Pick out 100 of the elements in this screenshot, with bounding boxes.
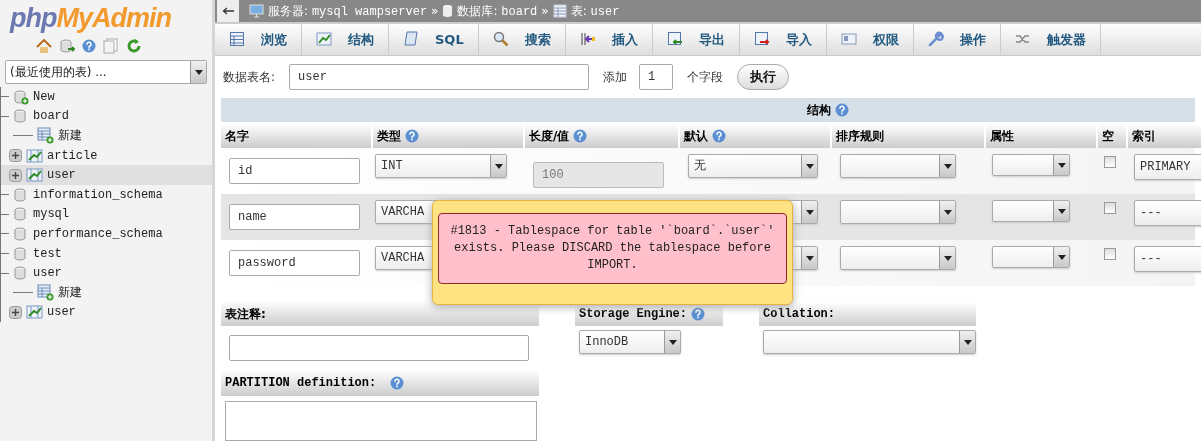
help-icon[interactable]	[691, 307, 706, 321]
column-header: 默认	[680, 124, 830, 148]
tree-item[interactable]: user	[1, 263, 212, 283]
tab[interactable]: 插入	[565, 24, 653, 55]
tab[interactable]: 搜索	[478, 24, 566, 55]
column-name-field[interactable]: id	[229, 158, 360, 184]
tree-item[interactable]: information_schema	[1, 184, 212, 205]
attribute-select[interactable]	[992, 200, 1070, 222]
collation-select[interactable]	[840, 200, 956, 224]
expand-icon[interactable]	[9, 168, 22, 182]
breadcrumb-link[interactable]: 数据库: board	[457, 1, 538, 21]
null-checkbox[interactable]	[1104, 156, 1116, 168]
help-icon[interactable]	[405, 129, 419, 143]
tree-label: test	[33, 245, 62, 263]
database-icon[interactable]	[59, 38, 75, 54]
null-checkbox[interactable]	[1104, 248, 1116, 260]
import-icon	[753, 31, 770, 48]
caret-icon	[490, 155, 506, 177]
index-select[interactable]: ---	[1134, 200, 1201, 226]
breadcrumb-link[interactable]: 表: user	[570, 1, 620, 21]
tree-label: article	[47, 147, 98, 165]
column-header: 长度/值	[525, 124, 678, 148]
expand-icon[interactable]	[9, 305, 22, 319]
comment-label: 表注释:	[221, 301, 539, 326]
help-icon[interactable]	[390, 376, 405, 390]
tree-item[interactable]: New	[1, 87, 212, 107]
tree-label: New	[33, 88, 55, 106]
back-arrow-icon	[222, 7, 234, 15]
expand-icon[interactable]	[9, 149, 22, 163]
scroll-icon	[403, 31, 419, 48]
tree-item[interactable]: 新建	[1, 126, 212, 146]
tab[interactable]: 浏览	[215, 24, 302, 55]
attribute-select[interactable]	[992, 246, 1070, 268]
index-select[interactable]: ---	[1134, 246, 1201, 272]
type-select[interactable]: INT	[375, 154, 507, 178]
reload-icon[interactable]	[126, 38, 142, 54]
column-header: 类型	[373, 124, 523, 148]
tab[interactable]: 权限	[826, 24, 914, 55]
logo: phpMyAdmin	[8, 2, 172, 34]
tree-label: board	[33, 108, 69, 126]
insert-icon	[579, 31, 596, 48]
comment-field[interactable]	[229, 335, 529, 361]
storage-engine-select[interactable]: InnoDB	[579, 330, 681, 354]
tree-item[interactable]: test	[1, 243, 212, 264]
table-icon	[552, 4, 567, 18]
null-checkbox[interactable]	[1104, 202, 1116, 214]
help-icon[interactable]	[573, 129, 588, 143]
fields-label: 个字段	[687, 68, 724, 86]
caret-icon	[801, 155, 817, 177]
database-icon	[13, 108, 29, 125]
tree-item[interactable]: user	[1, 302, 212, 323]
caret-icon	[1053, 247, 1069, 267]
tab[interactable]: SQL	[389, 24, 479, 55]
new-table-icon	[37, 127, 54, 145]
database-icon	[442, 4, 454, 18]
tree-item[interactable]: board	[1, 106, 212, 127]
tab[interactable]: 结构	[302, 24, 389, 55]
tab[interactable]: 触发器	[1000, 24, 1101, 55]
attribute-select[interactable]	[992, 154, 1070, 176]
help-icon[interactable]	[835, 103, 849, 117]
caret-icon	[801, 247, 817, 269]
column-name-field[interactable]: name	[229, 204, 360, 230]
tree-item[interactable]: mysql	[1, 204, 212, 225]
tree-label: user	[47, 167, 76, 185]
table-structure-icon	[26, 147, 43, 164]
column-header: 空	[1098, 124, 1126, 148]
collation-label: Collation:	[759, 302, 976, 326]
partition-label: PARTITION definition:	[221, 370, 539, 396]
caret-icon	[664, 331, 680, 353]
tab[interactable]: 导入	[739, 24, 827, 55]
index-select[interactable]: PRIMARY	[1134, 154, 1201, 180]
documents-icon[interactable]	[103, 38, 119, 54]
home-icon[interactable]	[36, 38, 52, 54]
collation-select[interactable]	[840, 246, 956, 270]
breadcrumb-link[interactable]: 服务器: mysql wampserver	[268, 1, 428, 21]
caret-icon	[801, 201, 817, 223]
default-select[interactable]: 无	[688, 154, 818, 178]
tree-item[interactable]: user	[1, 165, 212, 185]
tab[interactable]: 操作	[913, 24, 1001, 55]
recent-tables-select[interactable]: (最近使用的表) ...	[5, 60, 207, 84]
collation-select[interactable]	[840, 154, 956, 178]
help-icon[interactable]	[82, 39, 96, 53]
partition-field[interactable]	[225, 401, 537, 441]
tree-item[interactable]: performance_schema	[1, 224, 212, 244]
tree-item[interactable]: 新建	[1, 282, 212, 303]
back-button[interactable]	[217, 0, 239, 22]
field-count-field[interactable]: 1	[639, 63, 674, 90]
error-message: #1813 - Tablespace for table '`board`.`user`' exists. Please DISCARD the tablespace before IMPORT.	[438, 213, 787, 284]
database-icon	[13, 225, 29, 242]
column-name-field[interactable]: password	[229, 250, 360, 276]
column-header: 属性	[986, 124, 1096, 148]
tree-item[interactable]: article	[1, 145, 212, 166]
collation-select[interactable]	[763, 330, 976, 354]
tab[interactable]: 导出	[652, 24, 740, 55]
caret-icon	[939, 155, 955, 177]
table-name-field[interactable]: user	[289, 63, 590, 90]
database-icon	[13, 186, 29, 203]
database-icon	[13, 206, 29, 223]
help-icon[interactable]	[712, 129, 726, 143]
go-button[interactable]: 执行	[737, 63, 790, 90]
